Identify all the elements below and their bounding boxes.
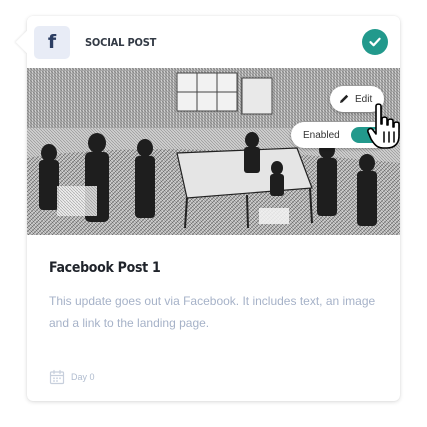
facebook-icon: f bbox=[34, 25, 70, 59]
card-header: f SOCIAL POST bbox=[27, 16, 400, 68]
post-title: Facebook Post 1 bbox=[49, 260, 161, 276]
pencil-icon bbox=[338, 93, 350, 105]
post-type-label: SOCIAL POST bbox=[85, 35, 157, 49]
enabled-label: Enabled bbox=[303, 129, 340, 141]
post-description: This update goes out via Facebook. It in… bbox=[49, 294, 376, 330]
day-indicator: Day 0 bbox=[49, 369, 95, 385]
post-image: Edit Enabled bbox=[27, 68, 400, 235]
calendar-icon bbox=[49, 369, 65, 385]
day-label: Day 0 bbox=[71, 372, 95, 382]
check-circle-icon bbox=[362, 29, 388, 55]
hand-cursor-icon bbox=[367, 103, 400, 149]
social-post-card[interactable]: f SOCIAL POST Edit Enabled Facebook Post… bbox=[15, 16, 400, 401]
card-body: Facebook Post 1 This update goes out via… bbox=[27, 235, 400, 334]
